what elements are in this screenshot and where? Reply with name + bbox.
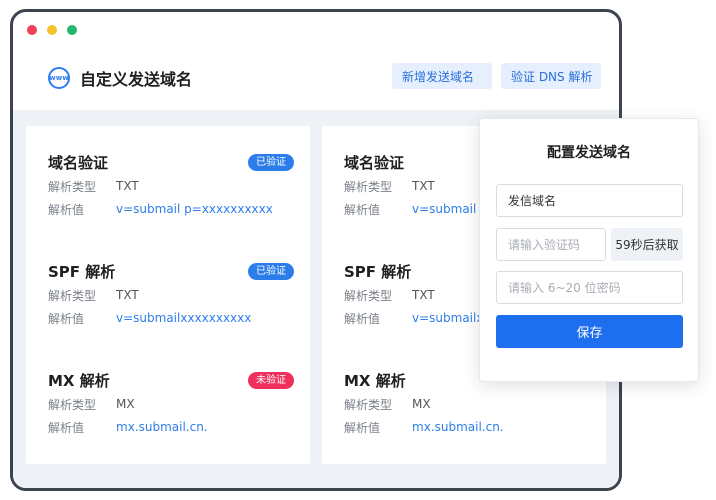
password-input[interactable]: 请输入 6~20 位密码: [496, 271, 683, 304]
record-value-label: 解析值: [344, 202, 381, 217]
section-title: 域名验证: [48, 153, 109, 172]
record-type-label: 解析类型: [48, 179, 97, 194]
record-value[interactable]: v=submail p=xxxxxxxxxx: [116, 202, 273, 216]
record-type-label: 解析类型: [344, 288, 393, 303]
record-value[interactable]: mx.submail.cn.: [412, 420, 504, 434]
record-value[interactable]: v=submailx: [412, 311, 483, 325]
record-value-label: 解析值: [344, 311, 381, 326]
record-type-value: TXT: [116, 288, 139, 302]
record-type-label: 解析类型: [344, 397, 393, 412]
save-button[interactable]: 保存: [496, 315, 683, 348]
sender-domain-input[interactable]: 发信域名: [496, 184, 683, 217]
close-dot[interactable]: [27, 25, 37, 35]
configure-domain-panel: 配置发送域名 发信域名 请输入验证码 59秒后获取 请输入 6~20 位密码 保…: [479, 118, 699, 382]
record-type-label: 解析类型: [48, 288, 97, 303]
record-type-label: 解析类型: [344, 179, 393, 194]
get-code-countdown-button[interactable]: 59秒后获取: [611, 228, 683, 261]
spf-section: SPF 解析 已验证 解析类型 TXT 解析值 v=submailxxxxxxxxx…: [48, 261, 294, 327]
status-badge: 已验证: [248, 153, 294, 171]
record-value-label: 解析值: [48, 420, 85, 435]
section-title: 域名验证: [344, 153, 405, 172]
page-header: www 自定义发送域名: [48, 66, 192, 90]
verification-code-input[interactable]: 请输入验证码: [496, 228, 606, 261]
record-value[interactable]: v=submail p: [412, 202, 488, 216]
status-badge: 未验证: [248, 371, 294, 389]
minimize-dot[interactable]: [47, 25, 57, 35]
record-type-value: TXT: [116, 179, 139, 193]
record-type-label: 解析类型: [48, 397, 97, 412]
panel-title: 配置发送域名: [547, 145, 631, 161]
domain-verify-section: 域名验证 已验证 解析类型 TXT 解析值 v=submail p=xxxxxxxx…: [48, 152, 294, 218]
section-title: SPF 解析: [48, 262, 116, 281]
domain-card: 域名验证 已验证 解析类型 TXT 解析值 v=submail p=xxxxxxxx…: [26, 126, 310, 464]
status-badge: 已验证: [248, 262, 294, 280]
section-title: SPF 解析: [344, 262, 412, 281]
record-type-value: MX: [412, 397, 431, 411]
record-value-label: 解析值: [48, 311, 85, 326]
page-title: 自定义发送域名: [80, 70, 193, 89]
record-value-label: 解析值: [344, 420, 381, 435]
verify-dns-button[interactable]: 验证 DNS 解析: [501, 63, 601, 89]
record-value[interactable]: mx.submail.cn.: [116, 420, 208, 434]
record-value-label: 解析值: [48, 202, 85, 217]
record-type-value: TXT: [412, 179, 435, 193]
maximize-dot[interactable]: [67, 25, 77, 35]
mx-section: MX 解析 未验证 解析类型 MX 解析值 mx.submail.cn.: [48, 370, 294, 436]
add-domain-button[interactable]: 新增发送域名: [392, 63, 492, 89]
www-globe-icon: www: [48, 67, 70, 89]
section-title: MX 解析: [48, 371, 110, 390]
section-title: MX 解析: [344, 371, 406, 390]
record-type-value: TXT: [412, 288, 435, 302]
window-controls: [27, 25, 77, 35]
record-value[interactable]: v=submailxxxxxxxxxx: [116, 311, 251, 325]
record-type-value: MX: [116, 397, 135, 411]
